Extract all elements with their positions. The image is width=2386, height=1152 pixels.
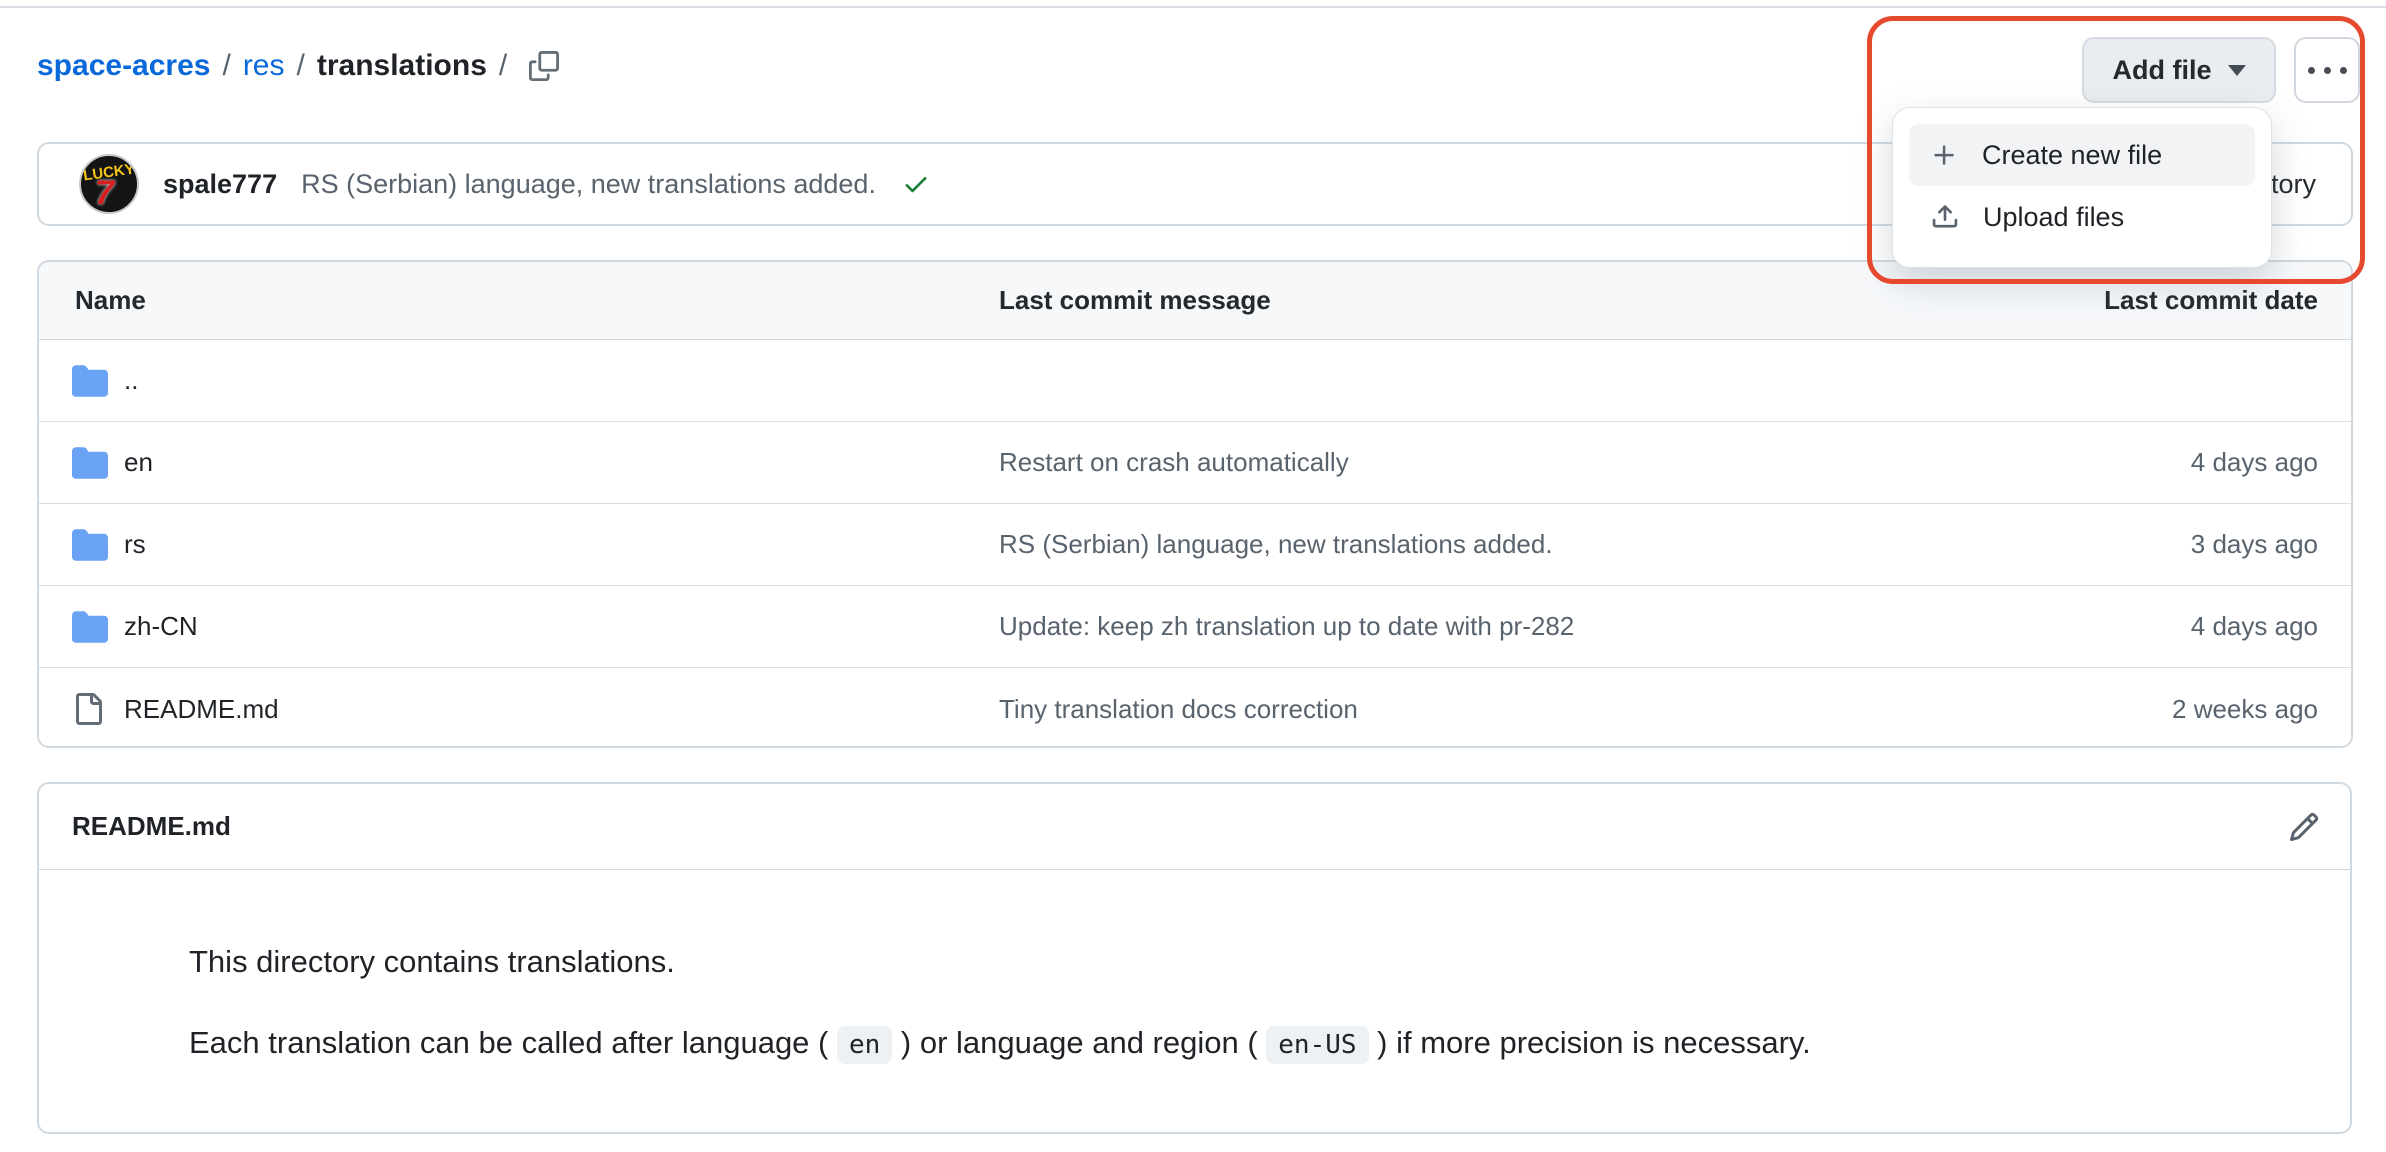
add-file-button[interactable]: Add file [2082, 37, 2276, 103]
commit-message-link[interactable]: Tiny translation docs correction [999, 668, 1358, 748]
file-icon [72, 668, 104, 748]
add-file-label: Add file [2113, 55, 2212, 86]
commit-date-cell: 3 days ago [2191, 504, 2318, 585]
upload-icon [1931, 203, 1959, 231]
breadcrumb-separator: / [499, 49, 507, 83]
folder-icon [72, 586, 108, 667]
column-header-name: Name [75, 262, 146, 339]
top-divider [0, 6, 2386, 8]
avatar[interactable]: LUCKY 7 [79, 154, 139, 214]
commit-message-link[interactable]: RS (Serbian) language, new translations … [301, 169, 876, 200]
readme-paragraph: Each translation can be called after lan… [189, 1020, 2290, 1068]
file-name-link[interactable]: rs [124, 504, 146, 585]
copy-icon [529, 51, 559, 81]
inline-code: en [837, 1026, 892, 1064]
table-row-en[interactable]: en Restart on crash automatically 4 days… [39, 422, 2351, 504]
column-header-last-commit-date: Last commit date [2104, 262, 2318, 339]
pencil-icon [2288, 811, 2320, 843]
table-row-rs[interactable]: rs RS (Serbian) language, new translatio… [39, 504, 2351, 586]
folder-icon [72, 340, 108, 421]
readme-text: Each translation can be called after lan… [189, 1025, 837, 1060]
commit-author-link[interactable]: spale777 [163, 169, 277, 200]
table-row-parent-dir[interactable]: .. [39, 340, 2351, 422]
breadcrumb-separator: / [222, 49, 230, 83]
commit-message-link[interactable]: RS (Serbian) language, new translations … [999, 504, 1553, 585]
folder-icon [72, 504, 108, 585]
breadcrumb-repo-link[interactable]: space-acres [37, 49, 210, 83]
files-table-header: Name Last commit message Last commit dat… [39, 262, 2351, 340]
commit-date-cell: 2 weeks ago [2172, 668, 2318, 748]
copy-path-button[interactable] [527, 49, 561, 83]
readme-text: ) or language and region ( [892, 1025, 1266, 1060]
readme-section: README.md This directory contains transl… [37, 782, 2352, 1134]
kebab-icon [2308, 67, 2315, 74]
column-header-last-commit-message: Last commit message [999, 262, 1271, 339]
file-name-link[interactable]: .. [124, 340, 138, 421]
kebab-icon [2340, 67, 2347, 74]
commit-status-check[interactable] [902, 170, 930, 198]
menu-item-label: Upload files [1983, 202, 2124, 233]
commit-message-link[interactable]: Restart on crash automatically [999, 422, 1349, 503]
table-row-zh-CN[interactable]: zh-CN Update: keep zh translation up to … [39, 586, 2351, 668]
readme-title: README.md [72, 784, 231, 869]
table-row-readme[interactable]: README.md Tiny translation docs correcti… [39, 668, 2351, 748]
more-options-button[interactable] [2294, 37, 2360, 103]
commit-date-cell: 4 days ago [2191, 586, 2318, 667]
repo-files-page: space-acres / res / translations / LUCKY… [0, 0, 2386, 1152]
inline-code: en-US [1266, 1026, 1368, 1064]
check-icon [902, 170, 930, 198]
avatar-text: 7 [95, 174, 114, 213]
commit-message-link[interactable]: Update: keep zh translation up to date w… [999, 586, 1574, 667]
plus-icon [1931, 142, 1958, 169]
menu-item-upload-files[interactable]: Upload files [1909, 186, 2255, 248]
edit-readme-button[interactable] [2288, 784, 2320, 869]
menu-item-create-new-file[interactable]: Create new file [1909, 124, 2255, 186]
file-name-link[interactable]: README.md [124, 668, 279, 748]
breadcrumb-current-dir: translations [317, 49, 487, 83]
breadcrumb: space-acres / res / translations / [37, 44, 561, 88]
readme-content: This directory contains translations. Ea… [39, 870, 2350, 1068]
add-file-menu: Create new file Upload files [1892, 107, 2272, 268]
file-name-link[interactable]: zh-CN [124, 586, 198, 667]
breadcrumb-res-link[interactable]: res [243, 49, 285, 83]
kebab-icon [2324, 67, 2331, 74]
readme-text: ) if more precision is necessary. [1369, 1025, 1811, 1060]
menu-item-label: Create new file [1982, 140, 2162, 171]
commit-date-cell: 4 days ago [2191, 422, 2318, 503]
readme-header: README.md [39, 784, 2350, 870]
files-table: Name Last commit message Last commit dat… [37, 260, 2353, 748]
caret-down-icon [2228, 65, 2246, 76]
file-name-link[interactable]: en [124, 422, 153, 503]
breadcrumb-separator: / [297, 49, 305, 83]
readme-paragraph: This directory contains translations. [189, 939, 2290, 984]
folder-icon [72, 422, 108, 503]
